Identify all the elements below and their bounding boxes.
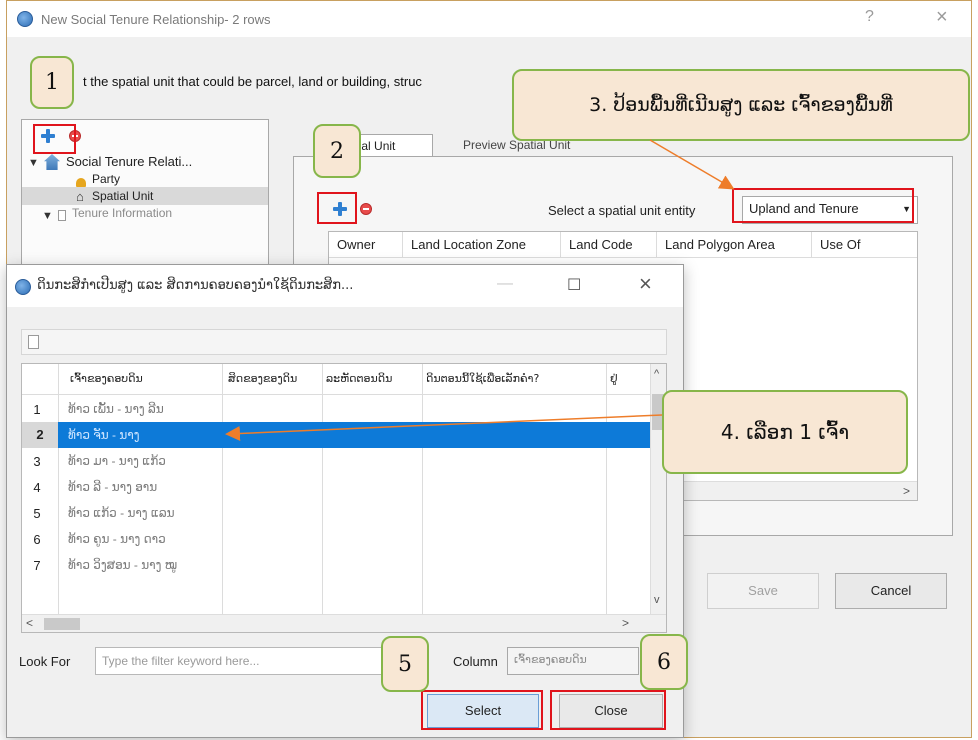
arrow-to-selected-row bbox=[225, 414, 663, 441]
arrow-to-entity-select bbox=[649, 139, 735, 190]
annotation-arrows bbox=[225, 139, 735, 441]
